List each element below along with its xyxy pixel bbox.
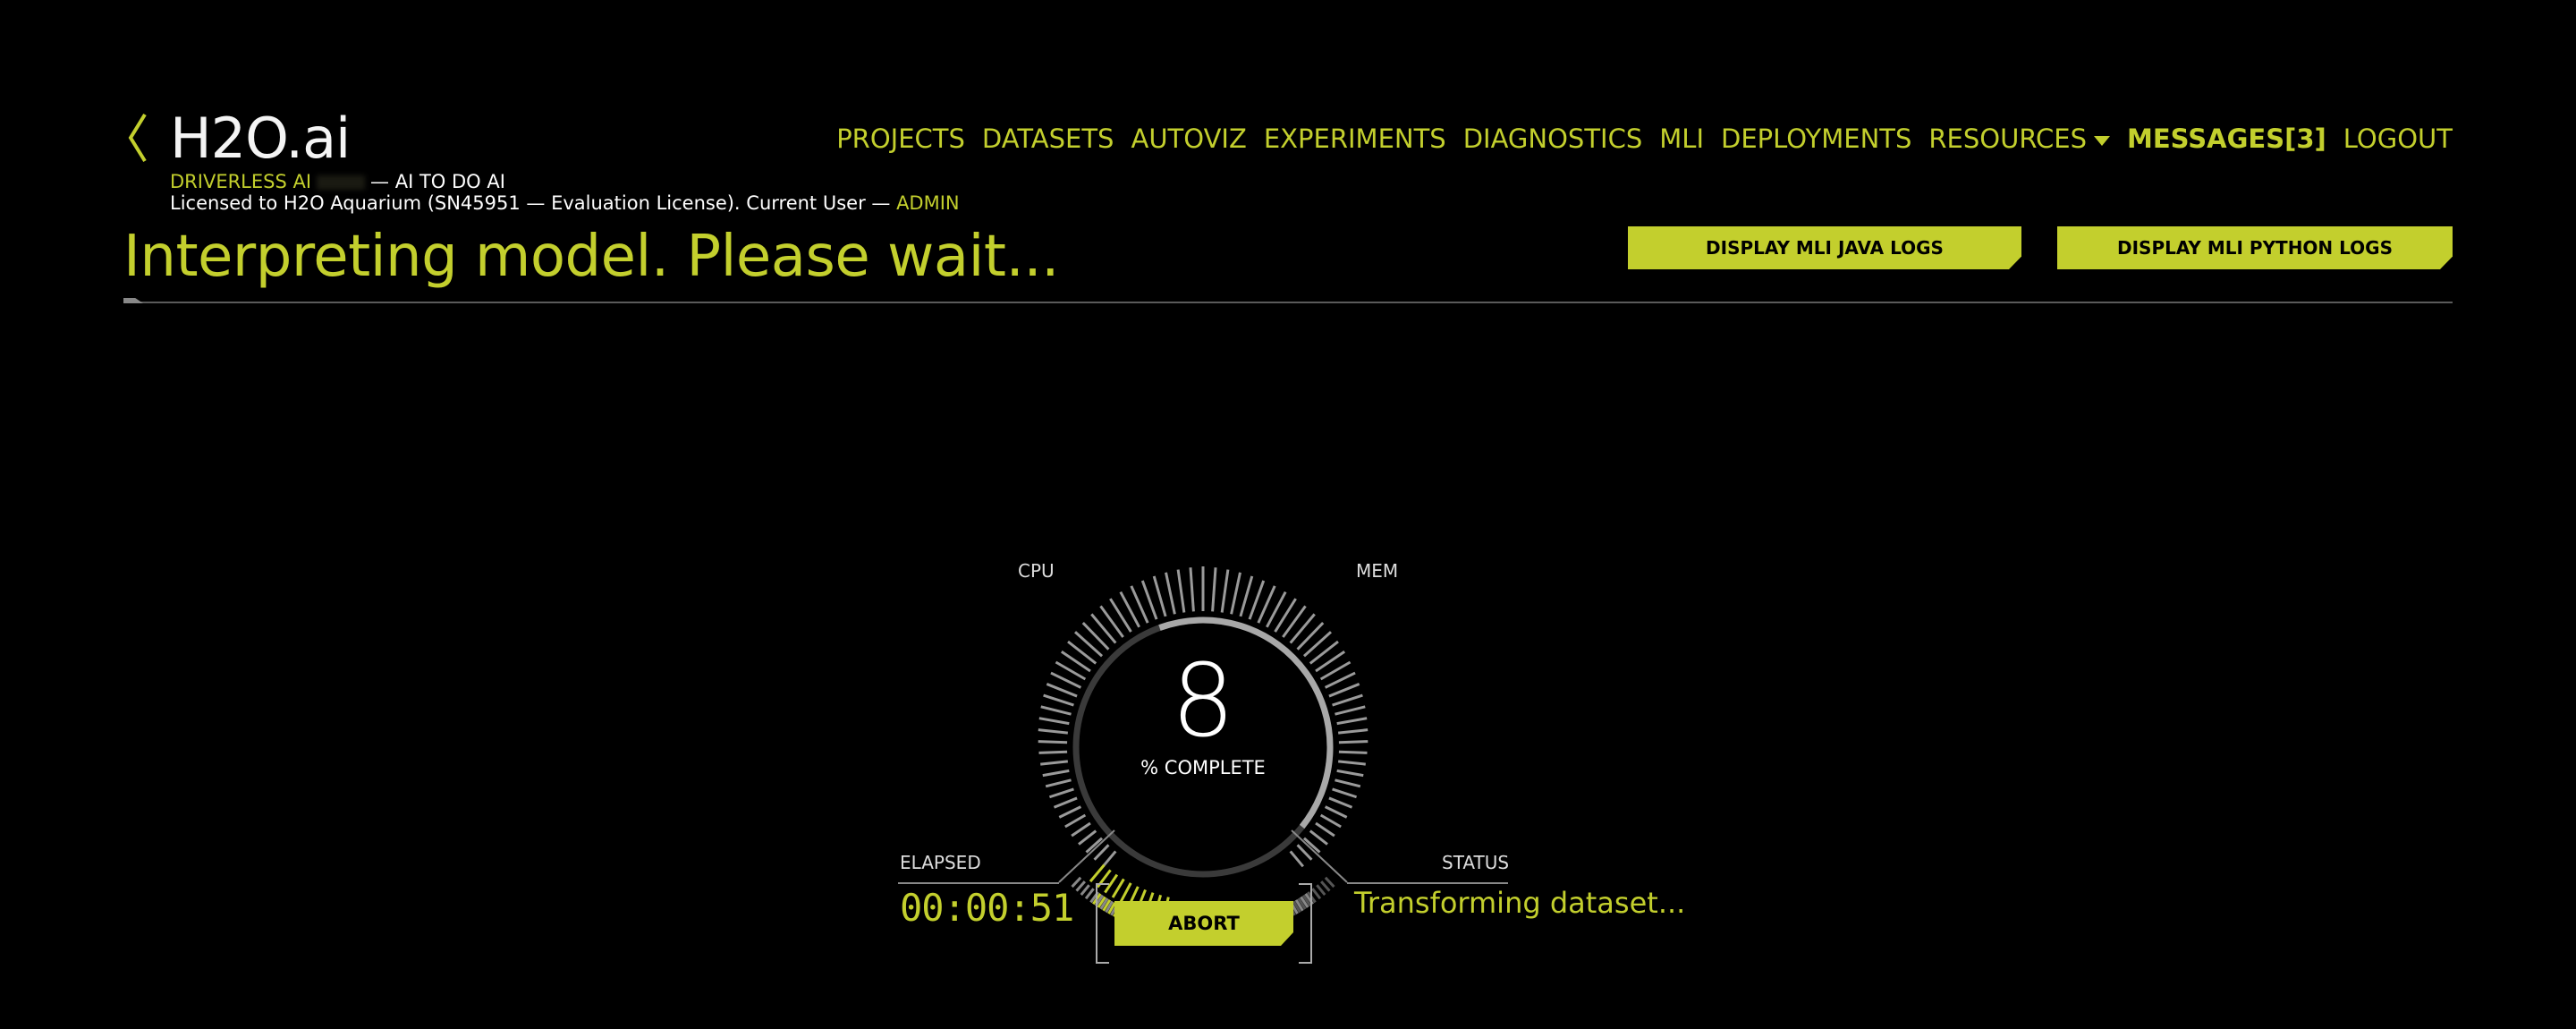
gauge-tick — [1220, 569, 1230, 613]
gauge-tick — [1239, 575, 1254, 617]
gauge-tick — [1319, 813, 1342, 829]
gauge-tick — [1302, 631, 1332, 658]
cpu-tick — [1311, 888, 1322, 900]
gauge-tick — [1324, 805, 1348, 819]
gauge-tick — [1338, 728, 1368, 735]
gauge-tick — [1048, 787, 1074, 799]
gauge-tick — [1176, 569, 1186, 613]
redacted-version — [317, 175, 366, 190]
header-divider — [123, 302, 2453, 303]
display-python-logs-button[interactable]: DISPLAY MLI PYTHON LOGS — [2057, 226, 2453, 269]
gauge-tick — [1102, 850, 1117, 868]
status-underline — [1347, 882, 1508, 884]
gauge-tick — [1296, 621, 1325, 651]
mem-label: MEM — [1356, 560, 1399, 582]
abort-button[interactable]: ABORT — [1114, 901, 1293, 946]
divider-tab — [123, 298, 143, 303]
back-chevron-icon[interactable] — [123, 113, 154, 163]
license-line: Licensed to H2O Aquarium (SN45951 — Eval… — [170, 192, 960, 214]
percent-complete-label: % COMPLETE — [1140, 757, 1266, 778]
gauge-tick — [1315, 821, 1335, 838]
product-tagline: — AI TO DO AI — [370, 171, 505, 192]
gauge-tick — [1074, 631, 1104, 658]
license-text: Licensed to H2O Aquarium (SN45951 — Eval… — [170, 192, 891, 214]
current-user: ADMIN — [896, 192, 960, 214]
nav-item-deployments[interactable]: DEPLOYMENTS — [1721, 123, 1911, 154]
gauge-tick — [1078, 829, 1097, 846]
h2o-logo[interactable]: H2O.ai — [170, 106, 351, 171]
gauge-tick — [1328, 683, 1360, 698]
elapsed-label: ELAPSED — [900, 852, 981, 873]
gauge-tick — [1338, 740, 1368, 744]
gauge-tick — [1046, 683, 1078, 698]
cpu-tick — [1316, 884, 1326, 896]
gauge-tick — [1335, 705, 1366, 716]
gauge-tick — [1043, 693, 1074, 707]
cpu-label: CPU — [1018, 560, 1055, 582]
gauge-tick — [1058, 805, 1082, 819]
elapsed-value: 00:00:51 — [900, 886, 1074, 930]
gauge-tick — [1152, 575, 1167, 617]
nav-item-experiments[interactable]: EXPERIMENTS — [1264, 123, 1446, 154]
gauge-tick — [1038, 717, 1070, 726]
gauge-tick — [1338, 750, 1368, 754]
cpu-tick — [1320, 880, 1331, 892]
gauge-tick — [1038, 728, 1068, 735]
gauge-tick — [1309, 829, 1328, 846]
status-label: STATUS — [1442, 852, 1510, 873]
page-title: Interpreting model. Please wait... — [123, 224, 1060, 290]
gauge-tick — [1040, 760, 1068, 766]
cpu-tick — [1324, 876, 1335, 889]
nav-item-messages[interactable]: MESSAGES[3] — [2127, 123, 2326, 154]
nav-item-diagnostics[interactable]: DIAGNOSTICS — [1463, 123, 1643, 154]
gauge-tick — [1289, 613, 1316, 644]
gauge-tick — [1064, 813, 1087, 829]
gauge-tick — [1053, 796, 1078, 809]
gauge-tick — [1189, 567, 1195, 612]
gauge-tick — [1090, 613, 1117, 644]
gauge-tick — [1211, 567, 1217, 612]
mem-tick — [1084, 888, 1095, 900]
product-line: DRIVERLESS AI — AI TO DO AI — [170, 171, 505, 192]
status-value: Transforming dataset... — [1354, 886, 1686, 920]
mem-tick — [1075, 880, 1086, 892]
gauge-tick — [1071, 821, 1091, 838]
gauge-tick — [1038, 750, 1068, 754]
gauge-tick — [1099, 605, 1124, 638]
gauge-tick — [1230, 572, 1241, 615]
gauge-tick — [1336, 717, 1368, 726]
mem-tick — [1080, 884, 1090, 896]
product-name: DRIVERLESS AI — [170, 171, 312, 192]
gauge-tick — [1040, 705, 1072, 716]
gauge-tick — [1165, 572, 1176, 615]
gauge-tick — [1042, 769, 1070, 778]
elapsed-underline — [898, 882, 1059, 884]
nav-item-projects[interactable]: PROJECTS — [836, 123, 965, 154]
top-nav: PROJECTS DATASETS AUTOVIZ EXPERIMENTS DI… — [836, 123, 2453, 154]
percent-complete-value: 8 — [1171, 643, 1235, 760]
gauge-tick — [1045, 778, 1072, 788]
nav-item-mli[interactable]: MLI — [1659, 123, 1704, 154]
gauge-tick — [1328, 796, 1353, 809]
display-java-logs-button[interactable]: DISPLAY MLI JAVA LOGS — [1628, 226, 2021, 269]
nav-item-resources[interactable]: RESOURCES — [1928, 123, 2111, 154]
gauge-tick — [1335, 778, 1361, 788]
nav-item-logout[interactable]: LOGOUT — [2343, 123, 2453, 154]
gauge-tick — [1338, 760, 1366, 766]
nav-item-datasets[interactable]: DATASETS — [982, 123, 1114, 154]
gauge-tick — [1336, 769, 1364, 778]
caret-down-icon — [2094, 135, 2111, 146]
gauge-tick — [1332, 787, 1358, 799]
gauge-tick — [1332, 693, 1363, 707]
nav-item-resources-label: RESOURCES — [1928, 123, 2088, 154]
gauge-tick — [1289, 850, 1304, 868]
gauge-tick — [1038, 740, 1068, 744]
gauge-tick — [1081, 621, 1110, 651]
gauge-tick — [1282, 605, 1307, 638]
nav-item-autoviz[interactable]: AUTOVIZ — [1131, 123, 1246, 154]
